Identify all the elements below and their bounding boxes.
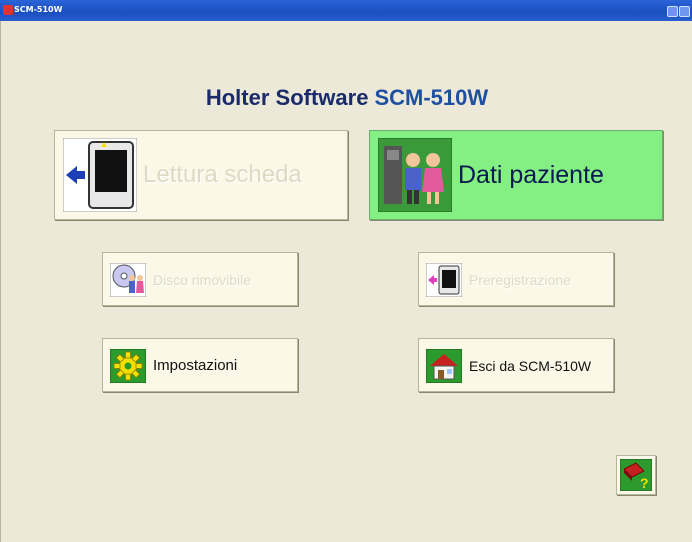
gear-icon [109, 348, 147, 384]
title-product: SCM-510W [374, 85, 489, 110]
main-panel: Holter SoftwareSCM-510W Lettura scheda [0, 21, 692, 542]
settings-label: Impostazioni [153, 357, 238, 374]
removable-disk-label: Disco rimovibile [153, 272, 252, 288]
svg-text:?: ? [640, 475, 649, 491]
read-card-button[interactable]: Lettura scheda [54, 130, 348, 220]
disc-people-icon [109, 262, 147, 298]
title-bar: SCM-510W [0, 0, 692, 21]
window-title: SCM-510W [14, 5, 63, 14]
house-icon [425, 348, 463, 384]
exit-button[interactable]: Esci da SCM-510W [418, 338, 614, 392]
help-button[interactable]: ? [616, 455, 656, 495]
title-part1: Holter Software [205, 85, 369, 110]
minimize-button[interactable] [667, 6, 678, 17]
help-book-icon: ? [619, 458, 653, 492]
app-icon [3, 5, 13, 15]
read-card-label: Lettura scheda [143, 161, 302, 188]
patients-icon [377, 137, 453, 213]
maximize-button[interactable] [679, 6, 690, 17]
patient-data-label: Dati paziente [458, 161, 604, 189]
prerecording-button[interactable]: Preregistrazione [418, 252, 614, 306]
card-arrow-icon [62, 137, 138, 213]
prerecording-label: Preregistrazione [469, 272, 571, 288]
page-title: Holter Software SCM-510W [1, 85, 692, 111]
exit-label: Esci da SCM-510W [469, 358, 592, 374]
patient-data-button[interactable]: Dati paziente [369, 130, 663, 220]
removable-disk-button[interactable]: Disco rimovibile [102, 252, 298, 306]
settings-button[interactable]: Impostazioni [102, 338, 298, 392]
card-small-icon [425, 262, 463, 298]
